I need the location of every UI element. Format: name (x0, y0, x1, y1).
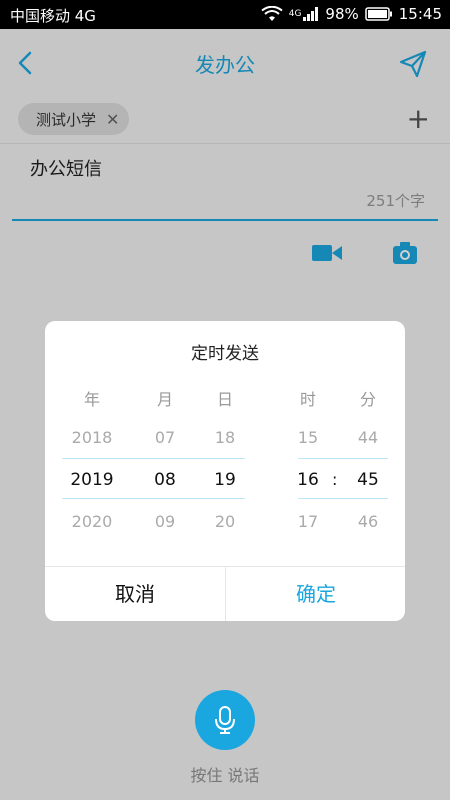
battery-percent: 98% (325, 5, 359, 23)
status-indicators: 4G 98% 15:45 (261, 4, 442, 24)
minute-selected[interactable]: 45 (338, 470, 398, 490)
time-separator: : (332, 470, 338, 489)
dialog-actions: 取消 确定 (45, 566, 405, 621)
hour-header: 时 (299, 390, 316, 409)
year-option[interactable]: 2018 (62, 428, 122, 447)
signal-icon (303, 7, 319, 21)
schedule-send-dialog: 定时发送 年 月 日 时 分 2018 07 18 15 44 2019 08 … (45, 321, 405, 621)
month-option[interactable]: 09 (135, 512, 195, 531)
nav-bar: 发办公 (0, 29, 450, 97)
confirm-button[interactable]: 确定 (225, 567, 405, 621)
battery-icon (365, 7, 392, 21)
year-header: 年 (83, 390, 100, 409)
compose-screen: 发办公 测试小学 ✕ + 办公短信 251个字 定时发送 年 月 日 时 分 2… (0, 29, 450, 800)
month-header: 月 (156, 390, 173, 409)
recipient-name: 测试小学 (36, 110, 97, 129)
page-title: 发办公 (195, 53, 255, 77)
year-selected[interactable]: 2019 (62, 470, 122, 490)
recipient-chip[interactable]: 测试小学 ✕ (18, 103, 130, 135)
minute-option[interactable]: 46 (338, 512, 398, 531)
date-selection-top-line (62, 458, 245, 459)
minute-header: 分 (359, 390, 376, 409)
microphone-icon (215, 706, 235, 734)
wifi-icon (261, 6, 283, 21)
day-selected[interactable]: 19 (195, 470, 255, 490)
dialog-title: 定时发送 (191, 344, 259, 364)
recipient-bar: 测试小学 ✕ + (0, 97, 450, 144)
remove-recipient-icon[interactable]: ✕ (106, 110, 119, 129)
cancel-button[interactable]: 取消 (45, 567, 225, 621)
day-header: 日 (216, 390, 233, 409)
voice-input-label: 按住 说话 (190, 766, 260, 785)
day-option[interactable]: 20 (195, 512, 255, 531)
network-type: 4G (288, 9, 302, 19)
send-icon[interactable] (398, 49, 428, 79)
voice-input-button[interactable] (195, 690, 255, 750)
status-bar: 中国移动 4G 4G 98% 15:45 (0, 0, 450, 29)
time-selection-top-line (298, 458, 388, 459)
clock: 15:45 (398, 5, 442, 23)
hour-option[interactable]: 15 (278, 428, 338, 447)
carrier-label: 中国移动 4G (10, 7, 96, 25)
month-option[interactable]: 07 (135, 428, 195, 447)
add-recipient-icon[interactable]: + (407, 103, 430, 135)
day-option[interactable]: 18 (195, 428, 255, 447)
char-counter: 251个字 (366, 192, 425, 210)
year-option[interactable]: 2020 (62, 512, 122, 531)
hour-option[interactable]: 17 (278, 512, 338, 531)
time-selection-bottom-line (298, 498, 388, 499)
month-selected[interactable]: 08 (135, 470, 195, 490)
message-type-label: 办公短信 (30, 159, 102, 180)
minute-option[interactable]: 44 (338, 428, 398, 447)
message-input-underline (12, 219, 438, 221)
date-selection-bottom-line (62, 498, 245, 499)
hour-selected[interactable]: 16 (278, 470, 338, 490)
